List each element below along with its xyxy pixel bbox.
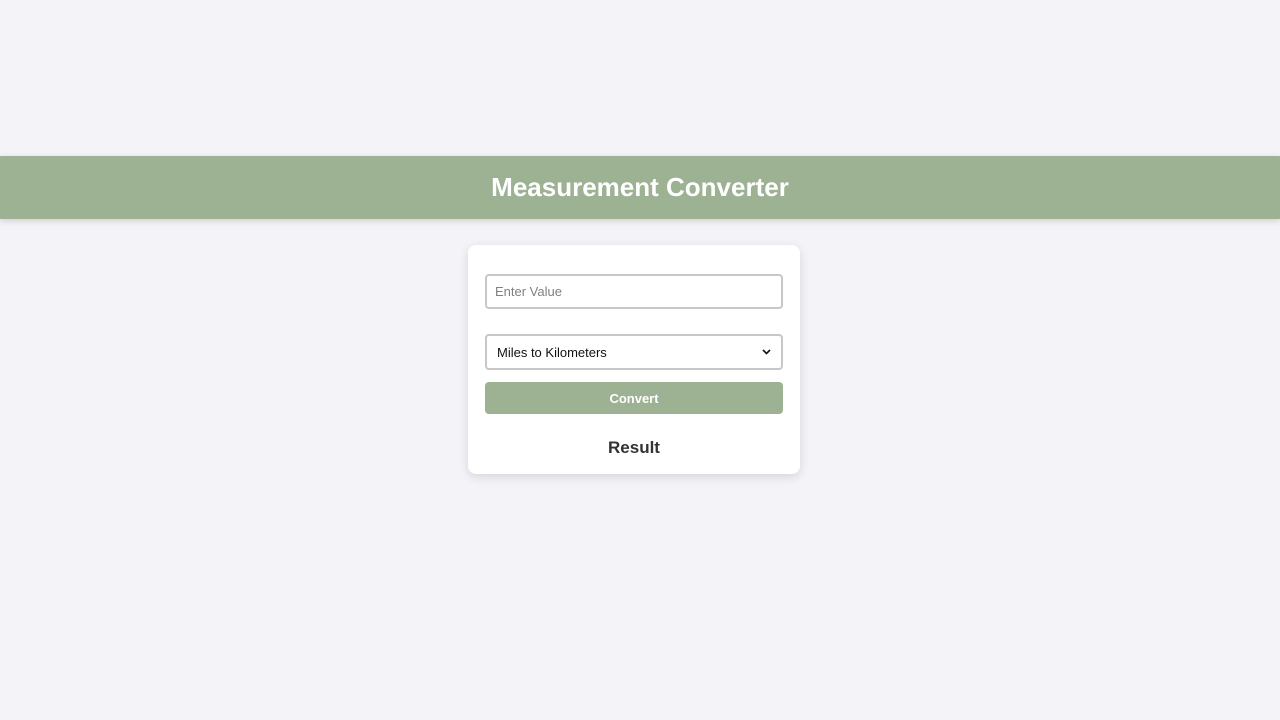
chevron-down-icon — [761, 347, 771, 357]
value-input[interactable] — [485, 274, 783, 309]
convert-button[interactable]: Convert — [485, 382, 783, 414]
converter-card: Miles to Kilometers Convert Result — [468, 245, 800, 474]
result-label: Result — [608, 438, 660, 457]
conversion-select[interactable]: Miles to Kilometers — [485, 334, 783, 370]
app-header: Measurement Converter — [0, 156, 1280, 219]
page-title: Measurement Converter — [491, 172, 789, 202]
conversion-select-value: Miles to Kilometers — [497, 344, 607, 360]
